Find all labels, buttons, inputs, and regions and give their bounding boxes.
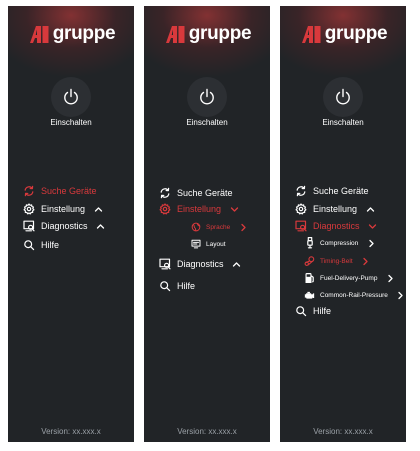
menu-item-label: Hilfe	[177, 281, 196, 291]
chevron-down-icon[interactable]	[368, 221, 378, 231]
fuel-pump-icon	[304, 273, 315, 284]
refresh-icon	[294, 185, 307, 198]
gear-icon	[294, 203, 307, 216]
brand-name: gruppe	[52, 23, 116, 44]
brand-logo: gruppe	[8, 23, 134, 45]
brand-mark-icon	[301, 25, 321, 43]
brand-logo: gruppe	[144, 23, 270, 45]
search-icon	[158, 280, 171, 293]
refresh-icon	[158, 187, 171, 200]
chevron-down-icon[interactable]	[229, 204, 239, 214]
menu-item-label: Layout	[206, 240, 226, 248]
power-label: Einschalten	[50, 118, 92, 127]
menu-item-label: Einstellung	[41, 204, 86, 214]
engine-icon	[304, 290, 315, 301]
menu-item-label: Common-Rail-Pressure	[320, 291, 388, 299]
menu-item-label: Einstellung	[313, 204, 358, 214]
chevron-up-icon[interactable]	[93, 204, 103, 214]
brand-name: gruppe	[324, 23, 388, 44]
submenu-item-layout[interactable]: Layout	[190, 237, 226, 251]
power-icon	[200, 88, 214, 105]
menu-item-label: Hilfe	[313, 306, 332, 316]
menu-item-label: Fuel-Delivery-Pump	[320, 274, 378, 282]
submenu-item-compression[interactable]: Compression	[304, 236, 376, 250]
brand-name: gruppe	[188, 23, 252, 44]
gear-icon	[22, 203, 35, 216]
menu-item-label: Hilfe	[41, 240, 60, 250]
search-icon	[294, 305, 307, 318]
chevron-right-icon[interactable]	[385, 273, 395, 283]
sidebar-panel-diagnostics-expanded: gruppe Einschalten Suche Geräte Einstellu…	[280, 6, 406, 442]
power-label: Einschalten	[322, 118, 364, 127]
version-label: Version: xx.xxx.x	[41, 427, 101, 436]
menu-item-label: Compression	[320, 239, 359, 247]
diagnostics-icon	[158, 258, 171, 271]
menu-item-diagnostics[interactable]: Diagnostics	[22, 219, 106, 233]
power-icon	[336, 88, 350, 105]
menu-item-suche-ger-te[interactable]: Suche Geräte	[158, 186, 233, 200]
submenu-item-timing-belt[interactable]: Timing-Belt	[304, 254, 371, 268]
menu-item-hilfe[interactable]: Hilfe	[158, 279, 195, 293]
chevron-up-icon[interactable]	[365, 204, 375, 214]
version-label: Version: xx.xxx.x	[313, 427, 373, 436]
menu-item-einstellung[interactable]: Einstellung	[158, 202, 239, 216]
menu-item-label: Timing-Belt	[320, 257, 353, 265]
menu-item-label: Diagnostics	[313, 221, 360, 231]
layout-icon	[190, 239, 201, 250]
brand-mark-icon	[29, 25, 49, 43]
belt-icon	[304, 256, 315, 267]
sidebar-panel-settings-expanded: gruppe Einschalten Suche Geräte Einstellu…	[144, 6, 270, 442]
chevron-up-icon[interactable]	[96, 221, 106, 231]
sidebar-panel-collapsed: gruppe Einschalten Suche Geräte Einstellu…	[8, 6, 134, 442]
sparkplug-icon	[304, 237, 315, 249]
gear-icon	[158, 203, 171, 216]
menu-item-hilfe[interactable]: Hilfe	[294, 304, 331, 318]
menu-item-label: Diagnostics	[41, 221, 88, 231]
submenu-item-common-rail-pressure[interactable]: Common-Rail-Pressure	[304, 288, 406, 302]
chevron-right-icon[interactable]	[396, 290, 406, 300]
brand-mark-icon	[165, 25, 185, 43]
menu-item-hilfe[interactable]: Hilfe	[22, 238, 59, 252]
menu-item-diagnostics[interactable]: Diagnostics	[158, 257, 242, 271]
menu-item-label: Suche Geräte	[313, 186, 369, 196]
menu-item-einstellung[interactable]: Einstellung	[294, 202, 375, 216]
refresh-icon	[22, 185, 35, 198]
brand-logo: gruppe	[280, 23, 406, 45]
power-button[interactable]	[323, 77, 363, 117]
menu-item-label: Suche Geräte	[177, 188, 233, 198]
menu-item-suche-ger-te[interactable]: Suche Geräte	[294, 184, 369, 198]
chevron-right-icon[interactable]	[238, 222, 248, 232]
submenu-item-fuel-delivery-pump[interactable]: Fuel-Delivery-Pump	[304, 271, 395, 285]
menu-item-label: Diagnostics	[177, 259, 224, 269]
submenu-item-sprache[interactable]: Sprache	[190, 220, 248, 234]
version-label: Version: xx.xxx.x	[177, 427, 237, 436]
power-icon	[64, 88, 78, 105]
power-button[interactable]	[187, 77, 227, 117]
power-label: Einschalten	[186, 118, 228, 127]
search-icon	[22, 239, 35, 252]
menu-item-label: Sprache	[206, 223, 231, 231]
diagnostics-icon	[294, 220, 307, 233]
power-button[interactable]	[51, 77, 91, 117]
menu-item-label: Suche Geräte	[41, 186, 97, 196]
menu-item-einstellung[interactable]: Einstellung	[22, 202, 103, 216]
chevron-up-icon[interactable]	[232, 259, 242, 269]
menu-item-diagnostics[interactable]: Diagnostics	[294, 219, 378, 233]
chevron-right-icon[interactable]	[361, 256, 371, 266]
chevron-right-icon[interactable]	[366, 238, 376, 248]
diagnostics-icon	[22, 220, 35, 233]
globe-icon	[190, 222, 201, 233]
menu-item-suche-ger-te[interactable]: Suche Geräte	[22, 184, 97, 198]
menu-item-label: Einstellung	[177, 204, 222, 214]
